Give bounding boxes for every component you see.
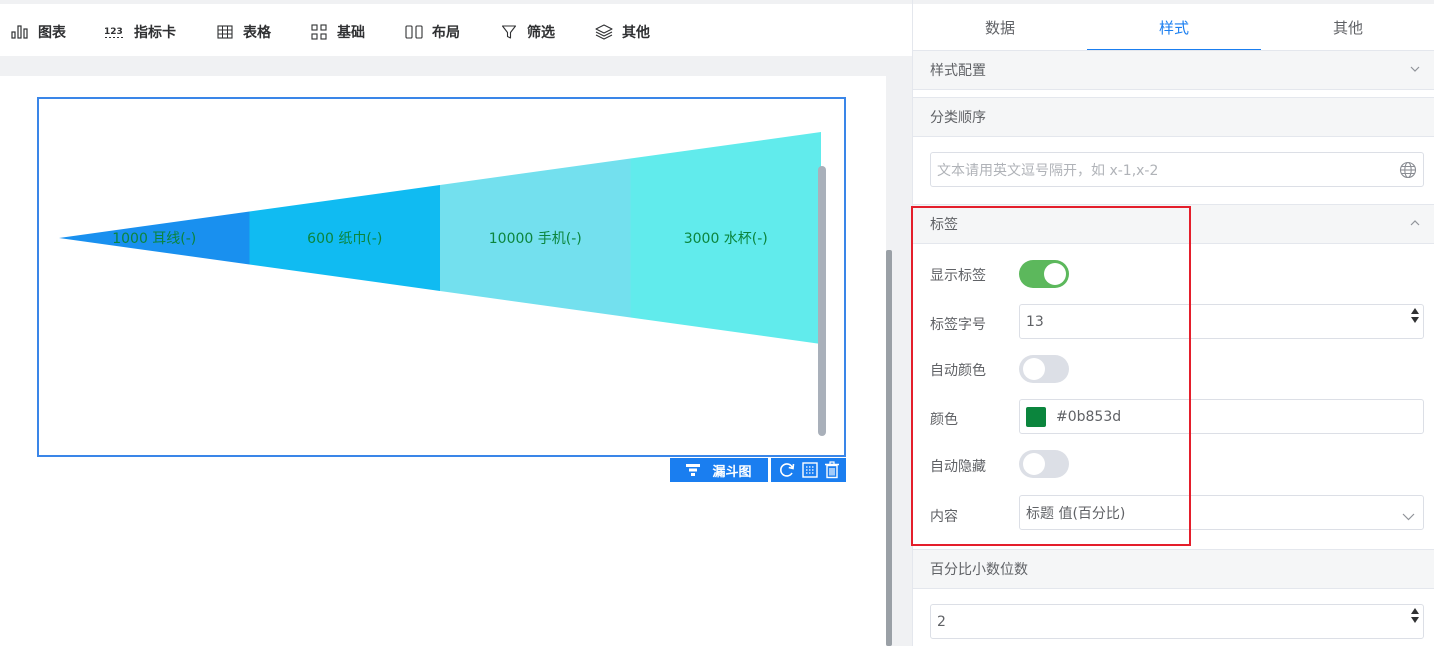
section-title: 标签 xyxy=(930,217,958,233)
chevron-down-icon xyxy=(1409,63,1421,75)
section-title: 百分比小数位数 xyxy=(930,562,1028,578)
toolbar-item-table[interactable]: 表格 xyxy=(215,22,271,42)
stepper-up-icon[interactable] xyxy=(1411,308,1419,314)
layout-icon xyxy=(404,23,424,41)
toggle-knob xyxy=(1023,358,1045,380)
data-table-icon[interactable] xyxy=(801,461,819,479)
show-label-label: 显示标签 xyxy=(930,268,986,284)
funnel-data-label: 10000 手机(-) xyxy=(489,231,582,247)
toolbar-item-label: 其他 xyxy=(622,25,650,41)
toolbar-item-label: 布局 xyxy=(432,25,460,41)
auto-hide-toggle[interactable] xyxy=(1019,450,1069,478)
funnel-icon xyxy=(686,464,701,476)
refresh-icon[interactable] xyxy=(778,461,796,479)
auto-color-label: 自动颜色 xyxy=(930,363,986,379)
funnel-data-label: 1000 耳线(-) xyxy=(112,231,196,247)
bar-chart-icon xyxy=(10,23,30,41)
chart-action-group xyxy=(771,458,846,482)
toolbar-item-label: 表格 xyxy=(243,25,271,41)
chart-scrollbar[interactable] xyxy=(818,166,826,436)
toolbar-item-layout[interactable]: 布局 xyxy=(404,22,460,42)
canvas-scrollbar-thumb[interactable] xyxy=(886,250,892,646)
auto-hide-label: 自动隐藏 xyxy=(930,459,986,475)
stepper-down-icon[interactable] xyxy=(1411,317,1419,323)
number-stepper[interactable] xyxy=(1411,308,1419,323)
percent-decimals-input[interactable]: 2 xyxy=(930,604,1424,639)
toolbar-item-basic[interactable]: 基础 xyxy=(309,22,365,42)
toolbar-item-kpi-card[interactable]: 123 指标卡 xyxy=(104,22,176,42)
section-label[interactable]: 标签 xyxy=(913,204,1434,244)
toolbar-item-chart[interactable]: 图表 xyxy=(10,22,66,42)
input-value: 13 xyxy=(1026,313,1044,330)
globe-icon[interactable] xyxy=(1399,161,1417,183)
toolbar-item-label: 指标卡 xyxy=(134,25,176,41)
chart-type-label: 漏斗图 xyxy=(712,464,752,480)
label-font-size-label: 标签字号 xyxy=(930,317,986,333)
svg-text:123: 123 xyxy=(104,27,123,37)
chart-actions: 漏斗图 xyxy=(670,458,846,482)
table-icon xyxy=(215,23,235,41)
section-title: 样式配置 xyxy=(930,63,986,79)
color-swatch[interactable] xyxy=(1026,406,1046,427)
label-font-size-input[interactable]: 13 xyxy=(1019,304,1424,339)
toolbar-item-label: 图表 xyxy=(38,25,66,41)
layers-icon xyxy=(594,23,614,41)
chevron-up-icon xyxy=(1409,217,1421,229)
section-title: 分类顺序 xyxy=(930,110,986,126)
color-label: 颜色 xyxy=(930,412,958,428)
select-value: 标题 值(百分比) xyxy=(1026,505,1126,522)
auto-color-toggle[interactable] xyxy=(1019,355,1069,383)
toolbar-item-other[interactable]: 其他 xyxy=(594,22,650,42)
stepper-down-icon[interactable] xyxy=(1411,617,1419,623)
number-stepper[interactable] xyxy=(1411,608,1419,623)
grid-icon xyxy=(309,23,329,41)
tab-style[interactable]: 样式 xyxy=(1087,4,1261,51)
toggle-knob xyxy=(1023,453,1045,475)
toolbar-item-filter[interactable]: 筛选 xyxy=(499,22,555,42)
input-value: 2 xyxy=(937,613,946,630)
chevron-down-icon xyxy=(1402,509,1415,525)
toggle-knob xyxy=(1044,263,1066,285)
properties-panel: 数据 样式 其他 样式配置 分类顺序 文本请用英文逗号隔开，如 x-1,x-2 … xyxy=(912,0,1434,646)
color-input[interactable]: #0b853d xyxy=(1019,399,1424,434)
funnel-data-label: 600 纸巾(-) xyxy=(307,231,382,247)
content-select[interactable]: 标题 值(百分比) xyxy=(1019,495,1424,530)
toolbar-item-label: 基础 xyxy=(337,25,365,41)
section-category-order: 分类顺序 xyxy=(913,97,1434,137)
chart-type-button[interactable]: 漏斗图 xyxy=(670,458,768,482)
tab-other[interactable]: 其他 xyxy=(1261,4,1434,50)
delete-icon[interactable] xyxy=(824,461,840,479)
component-toolbar: 图表 123 指标卡 表格 基础 布局 筛选 其他 xyxy=(0,4,912,56)
stepper-up-icon[interactable] xyxy=(1411,608,1419,614)
number-icon: 123 xyxy=(104,23,126,41)
category-order-input[interactable]: 文本请用英文逗号隔开，如 x-1,x-2 xyxy=(930,152,1424,187)
section-style-config[interactable]: 样式配置 xyxy=(913,50,1434,90)
input-placeholder: 文本请用英文逗号隔开，如 x-1,x-2 xyxy=(937,162,1159,179)
color-value: #0b853d xyxy=(1056,408,1122,425)
panel-tabs: 数据 样式 其他 xyxy=(913,4,1434,51)
funnel-data-label: 3000 水杯(-) xyxy=(684,231,768,247)
section-percent-decimals: 百分比小数位数 xyxy=(913,549,1434,589)
content-label: 内容 xyxy=(930,509,958,525)
toolbar-item-label: 筛选 xyxy=(527,25,555,41)
filter-icon xyxy=(499,23,519,41)
show-label-toggle[interactable] xyxy=(1019,260,1069,288)
tab-data[interactable]: 数据 xyxy=(913,4,1087,50)
funnel-chart: 1000 耳线(-) 600 纸巾(-) 10000 手机(-) 3000 水杯(-) xyxy=(59,132,821,344)
chart-widget[interactable]: 1000 耳线(-) 600 纸巾(-) 10000 手机(-) 3000 水杯(-) xyxy=(37,97,846,457)
